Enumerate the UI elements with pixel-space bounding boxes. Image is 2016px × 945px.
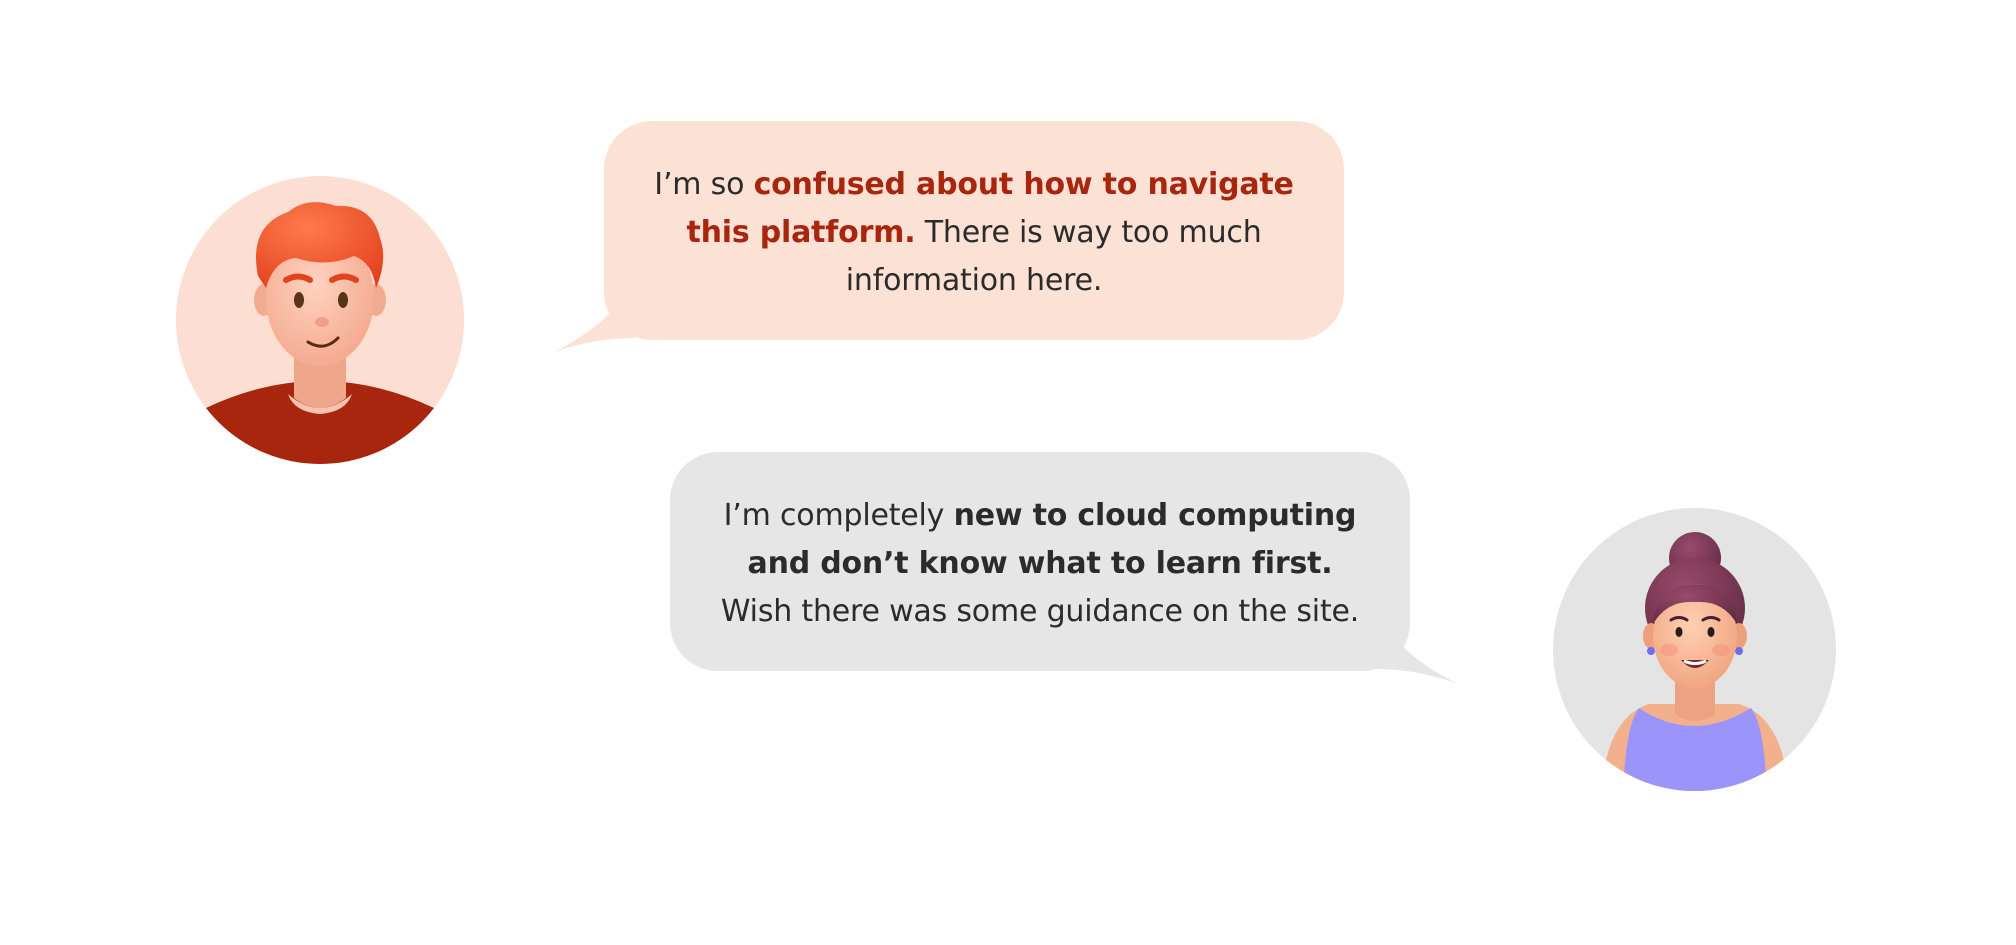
bubble-tail-right [1376, 639, 1456, 683]
message-text-pre: I’m completely [723, 498, 954, 533]
speech-bubble-new-to-cloud: I’m completely new to cloud computing an… [670, 452, 1456, 683]
conversation-illustration: I’m so confused about how to navigate th… [0, 0, 2016, 945]
message-text-pre: I’m so [654, 167, 754, 202]
red-haired-man-avatar-icon [176, 176, 464, 464]
man-avatar-graphic [206, 202, 434, 464]
bubble-tail-left [554, 308, 634, 352]
speech-bubble-confused: I’m so confused about how to navigate th… [554, 121, 1344, 352]
message-text-post: Wish there was some guidance on the site… [720, 594, 1360, 629]
woman-with-bun-avatar-icon [1553, 508, 1836, 791]
woman-avatar-graphic [1601, 532, 1789, 791]
